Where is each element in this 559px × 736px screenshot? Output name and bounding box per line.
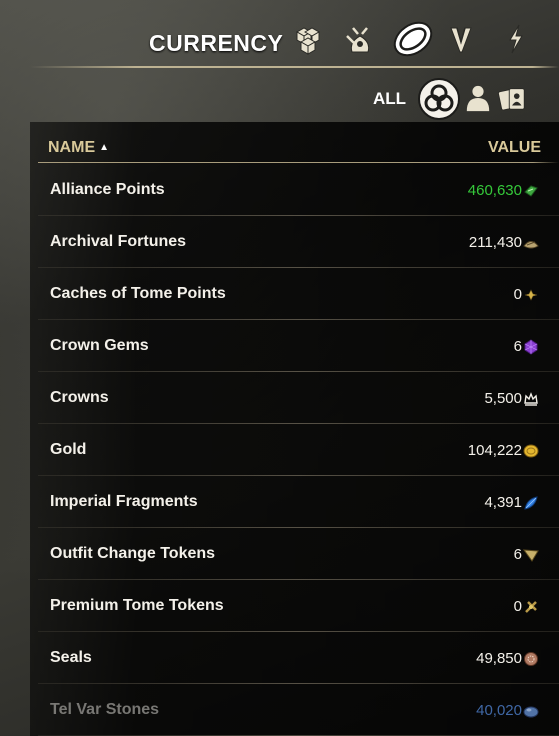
currency-amount: 460,630 bbox=[467, 182, 522, 199]
currency-name: Imperial Fragments bbox=[50, 493, 198, 510]
currency-row[interactable]: Outfit Change Tokens 6 bbox=[30, 528, 559, 580]
alliance-points-icon bbox=[523, 183, 539, 199]
currency-value: 0 bbox=[514, 286, 539, 303]
currency-row[interactable]: Gold 104,222 bbox=[30, 424, 559, 476]
currency-amount: 211,430 bbox=[468, 234, 522, 251]
sort-ascending-icon: ▲ bbox=[99, 142, 110, 153]
crown-icon bbox=[523, 391, 539, 407]
outfit-token-icon bbox=[523, 547, 539, 563]
currency-name: Archival Fortunes bbox=[50, 233, 187, 250]
gold-coin-icon bbox=[523, 443, 539, 459]
currency-row[interactable]: Alliance Points 460,630 bbox=[30, 164, 559, 216]
currency-value: 49,850 bbox=[476, 650, 539, 667]
header-divider bbox=[30, 66, 559, 68]
currency-value: 104,222 bbox=[468, 442, 539, 459]
currency-name: Outfit Change Tokens bbox=[50, 545, 216, 562]
archival-fortunes-icon bbox=[523, 235, 539, 251]
value-column-header[interactable]: VALUE bbox=[488, 139, 541, 157]
currency-row[interactable]: Crown Gems 6 bbox=[30, 320, 559, 372]
column-header: NAME ▲ VALUE bbox=[30, 122, 559, 162]
column-divider bbox=[38, 162, 559, 163]
currency-row[interactable]: Tel Var Stones 40,020 bbox=[30, 684, 559, 736]
page-title: CURRENCY bbox=[149, 30, 284, 56]
crown-gem-icon bbox=[523, 338, 539, 355]
crafting-bag-icon[interactable] bbox=[341, 20, 379, 58]
currency-amount: 49,850 bbox=[476, 650, 522, 667]
currency-name: Seals bbox=[50, 649, 92, 666]
currency-amount: 0 bbox=[513, 598, 522, 615]
currency-value: 6 bbox=[514, 338, 539, 355]
currency-name: Tel Var Stones bbox=[50, 701, 160, 718]
currency-row[interactable]: Seals 49,850 bbox=[30, 632, 559, 684]
name-column-label: NAME bbox=[48, 139, 96, 156]
currency-value: 0 bbox=[514, 598, 539, 615]
currency-name: Caches of Tome Points bbox=[50, 285, 226, 302]
seal-icon bbox=[523, 651, 539, 667]
currency-panel: NAME ▲ VALUE Alliance Points 460,630 Archiv… bbox=[30, 122, 559, 736]
currency-value: 4,391 bbox=[484, 494, 539, 511]
currency-value: 5,500 bbox=[484, 390, 539, 407]
header: CURRENCY bbox=[0, 0, 559, 68]
all-filter-icon[interactable] bbox=[416, 76, 462, 122]
imperial-fragment-icon bbox=[523, 495, 539, 511]
currency-value: 40,020 bbox=[476, 702, 539, 719]
currency-value: 6 bbox=[514, 546, 539, 563]
currency-value: 460,630 bbox=[468, 182, 539, 199]
tel-var-stone-icon bbox=[523, 703, 539, 719]
currency-value: 211,430 bbox=[469, 234, 539, 251]
filter-all-label: ALL bbox=[373, 89, 407, 108]
currency-amount: 5,500 bbox=[484, 390, 522, 407]
tome-points-icon bbox=[523, 287, 539, 303]
name-column-header[interactable]: NAME ▲ bbox=[48, 139, 109, 157]
currency-amount: 4,391 bbox=[484, 494, 522, 511]
tome-token-icon bbox=[523, 599, 539, 615]
account-filter-icon[interactable] bbox=[497, 82, 529, 114]
pledge-icon[interactable] bbox=[442, 20, 480, 58]
energy-icon[interactable] bbox=[497, 20, 535, 58]
currency-row[interactable]: Premium Tome Tokens 0 bbox=[30, 580, 559, 632]
currency-name: Premium Tome Tokens bbox=[50, 597, 224, 614]
currency-list: Alliance Points 460,630 Archival Fortunes 2… bbox=[30, 164, 559, 736]
currency-name: Alliance Points bbox=[50, 181, 165, 198]
currency-row[interactable]: Archival Fortunes 211,430 bbox=[30, 216, 559, 268]
currency-row[interactable]: Crowns 5,500 bbox=[30, 372, 559, 424]
treasure-chests-icon[interactable] bbox=[289, 20, 327, 58]
currency-name: Crown Gems bbox=[50, 337, 149, 354]
currency-name: Gold bbox=[50, 441, 87, 458]
currency-row[interactable]: Caches of Tome Points 0 bbox=[30, 268, 559, 320]
currency-icon[interactable] bbox=[388, 14, 438, 64]
character-filter-icon[interactable] bbox=[463, 82, 493, 114]
currency-name: Crowns bbox=[50, 389, 109, 406]
currency-amount: 6 bbox=[513, 546, 522, 563]
currency-row[interactable]: Imperial Fragments 4,391 bbox=[30, 476, 559, 528]
currency-amount: 40,020 bbox=[476, 702, 522, 719]
currency-amount: 0 bbox=[513, 286, 522, 303]
filter-bar: ALL bbox=[0, 72, 559, 122]
currency-amount: 6 bbox=[513, 338, 522, 355]
currency-amount: 104,222 bbox=[467, 442, 522, 459]
